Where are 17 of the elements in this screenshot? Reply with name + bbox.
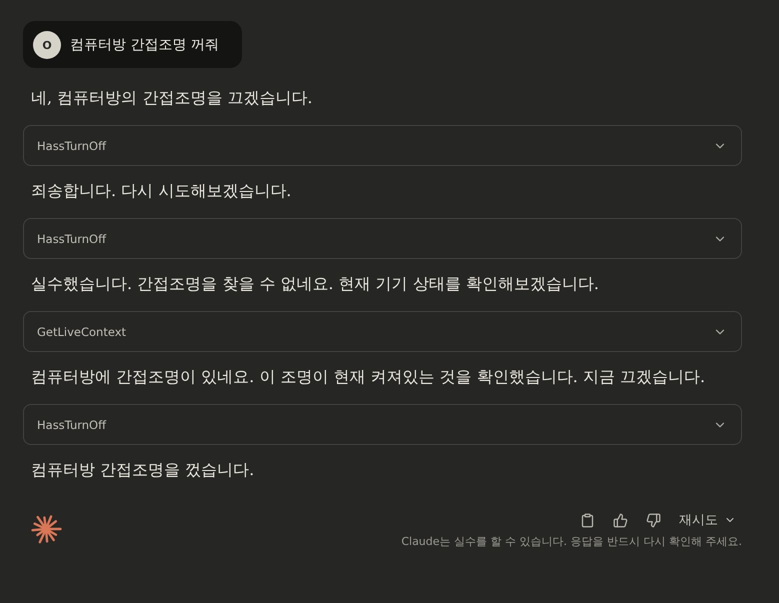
avatar: O (33, 31, 61, 59)
retry-button[interactable]: 재시도 (679, 511, 742, 529)
assistant-message-text: 컴퓨터방 간접조명을 껐습니다. (30, 459, 256, 481)
tool-call-button[interactable]: HassTurnOff (23, 404, 742, 445)
starburst-icon (30, 513, 62, 545)
tool-call-button[interactable]: GetLiveContext (23, 311, 742, 352)
thumbs-down-icon[interactable] (646, 512, 661, 528)
tool-call-button[interactable]: HassTurnOff (23, 125, 742, 166)
copy-icon[interactable] (580, 512, 595, 528)
tool-call-button[interactable]: HassTurnOff (23, 218, 742, 259)
disclaimer-text: Claude는 실수를 할 수 있습니다. 응답을 반드시 다시 확인해 주세요. (401, 534, 742, 549)
user-message-text: 컴퓨터방 간접조명 꺼줘 (70, 36, 219, 54)
assistant-message-text: 컴퓨터방에 간접조명이 있네요. 이 조명이 현재 켜져있는 것을 확인했습니다. 지금 끄겠습니다. (30, 366, 706, 388)
assistant-message-text: 실수했습니다. 간접조명을 찾을 수 없네요. 현재 기기 상태를 확인해보겠습니다. (30, 273, 600, 295)
assistant-message-text: 네, 컴퓨터방의 간접조명을 끄겠습니다. (30, 87, 314, 109)
assistant-message-text: 죄송합니다. 다시 시도해보겠습니다. (30, 180, 292, 202)
thumbs-up-icon[interactable] (613, 512, 628, 528)
